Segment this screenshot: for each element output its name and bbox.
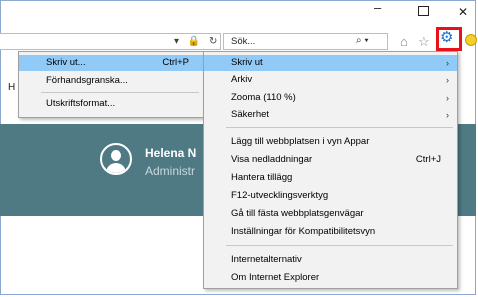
menu-item-print-submenu[interactable]: Skriv ut › (204, 55, 457, 71)
menu-item-label: Visa nedladdningar (231, 154, 313, 165)
user-name: Helena N (145, 146, 197, 160)
menu-item-label: Hantera tillägg (231, 172, 293, 183)
menu-item-shortcut: Ctrl+J (415, 154, 441, 165)
menu-item-pinned-sites[interactable]: Gå till fästa webbplatsgenvägar (204, 206, 457, 222)
home-icon[interactable]: ⌂ (400, 34, 408, 49)
menu-item-compatibility-view[interactable]: Inställningar för Kompatibilitetsvyn (204, 224, 457, 240)
avatar-head (111, 150, 121, 161)
menu-item-f12-devtools[interactable]: F12-utvecklingsverktyg (204, 188, 457, 204)
menu-item-label: Gå till fästa webbplatsgenvägar (231, 208, 364, 219)
avatar (100, 143, 132, 175)
menu-item-label: Inställningar för Kompatibilitetsvyn (231, 226, 376, 237)
menu-separator (226, 245, 453, 246)
tools-menu: Skriv ut › Arkiv › Zooma (110 %) › Säker… (203, 51, 458, 289)
gear-icon[interactable]: ⚙ (440, 30, 453, 45)
chevron-right-icon: › (446, 110, 449, 120)
menu-item-print-preview[interactable]: Förhandsgranska... (19, 73, 203, 89)
page-heading-fragment: H (8, 82, 16, 93)
menu-item-label: Zooma (110 %) (231, 92, 296, 103)
menu-separator (226, 127, 453, 128)
menu-item-add-site-to-apps[interactable]: Lägg till webbplatsen i vyn Appar (204, 134, 457, 150)
favorites-star-icon[interactable]: ☆ (418, 34, 430, 50)
menu-item-label: Arkiv (231, 74, 253, 85)
user-role: Administr (145, 164, 196, 178)
address-bar-icons[interactable]: ▾ 🔒 ↻ (174, 36, 220, 47)
print-submenu: Skriv ut... Ctrl+P Förhandsgranska... Ut… (18, 51, 204, 118)
menu-item-view-downloads[interactable]: Visa nedladdningar Ctrl+J (204, 152, 457, 168)
search-icon[interactable]: ⌕ ▾ (356, 35, 369, 46)
menu-item-label: F12-utvecklingsverktyg (231, 190, 329, 201)
menu-item-label: Säkerhet (231, 109, 270, 120)
menu-item-zoom[interactable]: Zooma (110 %) › (204, 90, 457, 106)
menu-item-label: Skriv ut... (46, 57, 86, 68)
menu-item-manage-addons[interactable]: Hantera tillägg (204, 170, 457, 186)
menu-item-print[interactable]: Skriv ut... Ctrl+P (19, 55, 203, 71)
menu-item-about-ie[interactable]: Om Internet Explorer (204, 270, 457, 286)
avatar-body (106, 163, 126, 173)
feedback-smiley-icon[interactable] (465, 34, 477, 46)
menu-item-file[interactable]: Arkiv › (204, 72, 457, 88)
minimize-button[interactable]: – (374, 1, 381, 14)
menu-item-internet-options[interactable]: Internetalternativ (204, 252, 457, 268)
menu-item-label: Utskriftsformat... (46, 98, 116, 109)
restore-button[interactable] (418, 6, 429, 16)
menu-item-label: Internetalternativ (231, 254, 302, 265)
menu-item-page-setup[interactable]: Utskriftsformat... (19, 96, 203, 112)
menu-item-shortcut: Ctrl+P (162, 57, 189, 68)
menu-item-label: Lägg till webbplatsen i vyn Appar (231, 136, 370, 147)
chevron-right-icon: › (446, 75, 449, 85)
menu-separator (41, 92, 199, 93)
chevron-right-icon: › (446, 58, 449, 68)
menu-item-label: Skriv ut (231, 57, 263, 68)
menu-item-label: Om Internet Explorer (231, 272, 320, 283)
close-button[interactable]: ✕ (458, 6, 468, 18)
search-placeholder: Sök... (231, 36, 256, 47)
chevron-right-icon: › (446, 93, 449, 103)
menu-item-label: Förhandsgranska... (46, 75, 128, 86)
menu-item-safety[interactable]: Säkerhet › (204, 107, 457, 123)
